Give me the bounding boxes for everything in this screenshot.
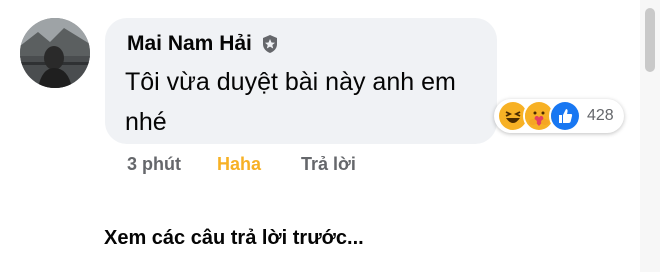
avatar-photo: [20, 18, 90, 88]
reaction-count: 428: [587, 107, 614, 124]
shield-badge-icon: [260, 34, 280, 54]
comment-text: Tôi vừa duyệt bài này anh em nhé: [125, 68, 456, 136]
like-icon: [549, 100, 581, 132]
comment-timestamp[interactable]: 3 phút: [127, 154, 181, 175]
view-previous-replies-link[interactable]: Xem các câu trả lời trước...: [104, 227, 364, 250]
author-avatar[interactable]: [20, 18, 90, 88]
scrollbar[interactable]: [640, 0, 660, 272]
author-row: Mai Nam Hải: [127, 31, 280, 57]
comment-actions: 3 phút Haha Trả lời: [127, 154, 356, 175]
scrollbar-thumb[interactable]: [645, 8, 655, 72]
author-name[interactable]: Mai Nam Hải: [127, 31, 252, 57]
haha-reaction-button[interactable]: Haha: [217, 154, 261, 175]
reply-button[interactable]: Trả lời: [301, 154, 356, 175]
reaction-summary[interactable]: 428: [494, 99, 624, 133]
comment-bubble: Mai Nam Hải Tôi vừa duyệt bài này anh em…: [105, 18, 497, 144]
